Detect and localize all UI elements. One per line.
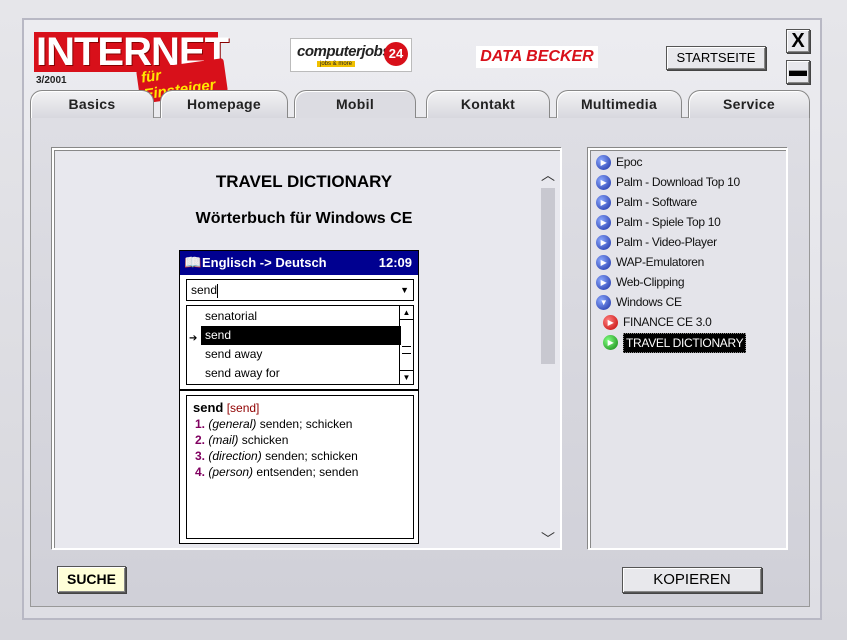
arrow-right-icon: ➔ bbox=[189, 333, 198, 344]
pda-time: 12:09 bbox=[378, 255, 412, 270]
tree-item-label: Palm - Software bbox=[616, 195, 697, 209]
minimize-button[interactable]: ▬ bbox=[786, 60, 810, 84]
scroll-thumb[interactable] bbox=[541, 188, 555, 364]
page-title: TRAVEL DICTIONARY bbox=[215, 172, 393, 191]
tree-item-label: WAP-Emulatoren bbox=[616, 255, 705, 269]
startseite-button[interactable]: STARTSEITE bbox=[666, 46, 766, 70]
chevron-down-icon[interactable]: ▼ bbox=[400, 280, 409, 300]
sense-tag: (direction) bbox=[208, 449, 262, 463]
list-item-selected[interactable]: send bbox=[201, 326, 401, 345]
play-icon: ▶ bbox=[603, 335, 618, 350]
tab-bar: Basics Homepage Mobil Kontakt Multimedia… bbox=[30, 90, 812, 118]
definition-header: send [send] bbox=[193, 400, 407, 416]
pda-search-input[interactable]: send ▼ bbox=[186, 279, 414, 301]
sense-tag: (mail) bbox=[208, 433, 239, 447]
cj-text: computerjobs bbox=[297, 43, 391, 60]
tree-item-label: Palm - Download Top 10 bbox=[616, 175, 740, 189]
sense-tag: (general) bbox=[208, 417, 257, 431]
tree-item-label: Palm - Video-Player bbox=[616, 235, 717, 249]
app-window: INTERNET für Einsteiger 3/2001 computerj… bbox=[0, 0, 847, 640]
tab-service[interactable]: Service bbox=[688, 90, 810, 118]
pda-word-list[interactable]: ➔ senatorial send send away send away fo… bbox=[186, 305, 414, 385]
sense-num: 1. bbox=[195, 417, 206, 431]
sense-row: 1. (general) senden; schicken bbox=[195, 416, 407, 432]
sense-text: senden; schicken bbox=[265, 449, 358, 463]
scroll-down-icon[interactable]: ▼ bbox=[400, 370, 413, 384]
tree-item-label: Palm - Spiele Top 10 bbox=[616, 215, 721, 229]
play-icon: ▶ bbox=[596, 155, 611, 170]
headword: send bbox=[193, 400, 224, 415]
tab-mobil[interactable]: Mobil bbox=[294, 90, 416, 118]
tab-homepage[interactable]: Homepage bbox=[160, 90, 288, 118]
search-button[interactable]: SUCHE bbox=[57, 566, 126, 593]
tab-multimedia[interactable]: Multimedia bbox=[556, 90, 682, 118]
close-icon: X bbox=[791, 30, 805, 52]
book-icon: 📖 bbox=[184, 254, 202, 270]
scroll-up-icon[interactable]: ▲ bbox=[400, 306, 413, 320]
minimize-icon: ▬ bbox=[789, 60, 807, 80]
content-scrollbar[interactable]: ︿ ﹀ bbox=[538, 150, 558, 548]
sense-num: 4. bbox=[195, 465, 206, 479]
list-item[interactable]: send away for bbox=[201, 364, 401, 383]
sense-text: senden; schicken bbox=[259, 417, 353, 431]
expanded-icon: ▼ bbox=[596, 295, 611, 310]
scroll-grip[interactable] bbox=[402, 346, 411, 354]
tab-basics[interactable]: Basics bbox=[30, 90, 154, 118]
issue-label: 3/2001 bbox=[36, 75, 67, 86]
text-caret bbox=[217, 283, 219, 298]
cj-small: jobs & more bbox=[317, 61, 356, 67]
scroll-up-icon[interactable]: ︿ bbox=[540, 168, 556, 182]
tree-item-label: Web-Clipping bbox=[616, 275, 685, 289]
sense-tag: (person) bbox=[208, 465, 254, 479]
tree-item-label-selected: TRAVEL DICTIONARY bbox=[623, 333, 747, 353]
play-icon: ▶ bbox=[596, 215, 611, 230]
list-item[interactable]: senatorial bbox=[201, 307, 401, 326]
copy-button[interactable]: KOPIEREN bbox=[622, 567, 762, 593]
play-icon: ▶ bbox=[596, 195, 611, 210]
pda-definition: send [send] 1. (general) senden; schicke… bbox=[186, 395, 414, 539]
data-becker-logo[interactable]: DATA BECKER bbox=[476, 46, 598, 68]
sense-text: schicken bbox=[241, 433, 289, 447]
sense-row: 2. (mail) schicken bbox=[195, 432, 407, 448]
sense-num: 3. bbox=[195, 449, 206, 463]
computerjobs-logo[interactable]: computerjobs 24 jobs & more bbox=[290, 38, 412, 72]
cj-number: 24 bbox=[384, 42, 408, 66]
sense-num: 2. bbox=[195, 433, 206, 447]
pda-input-value: send bbox=[191, 283, 218, 297]
play-icon: ▶ bbox=[596, 255, 611, 270]
play-icon: ▶ bbox=[596, 235, 611, 250]
phonetic: [send] bbox=[226, 401, 260, 415]
pda-list-scrollbar[interactable]: ▲ ▼ bbox=[399, 306, 413, 384]
close-button[interactable]: X bbox=[786, 29, 810, 53]
sense-row: 4. (person) entsenden; senden bbox=[195, 464, 407, 480]
pda-title: Englisch -> Deutsch bbox=[202, 255, 327, 270]
play-icon: ▶ bbox=[596, 175, 611, 190]
tab-kontakt[interactable]: Kontakt bbox=[426, 90, 550, 118]
play-icon: ▶ bbox=[603, 315, 618, 330]
page-subtitle: Wörterbuch für Windows CE bbox=[195, 210, 413, 227]
pda-titlebar: 📖 Englisch -> Deutsch 12:09 bbox=[180, 251, 418, 275]
scroll-down-icon[interactable]: ﹀ bbox=[540, 532, 556, 546]
divider bbox=[180, 389, 418, 391]
sense-row: 3. (direction) senden; schicken bbox=[195, 448, 407, 464]
list-item[interactable]: send away bbox=[201, 345, 401, 364]
play-icon: ▶ bbox=[596, 275, 611, 290]
tree-item-label: Epoc bbox=[616, 155, 643, 169]
tree-item-label: FINANCE CE 3.0 bbox=[623, 315, 712, 329]
pda-screenshot: 📖 Englisch -> Deutsch 12:09 send ▼ ➔ sen… bbox=[179, 250, 419, 544]
tree-item-label: Windows CE bbox=[616, 295, 682, 309]
sense-text: entsenden; senden bbox=[256, 465, 359, 479]
